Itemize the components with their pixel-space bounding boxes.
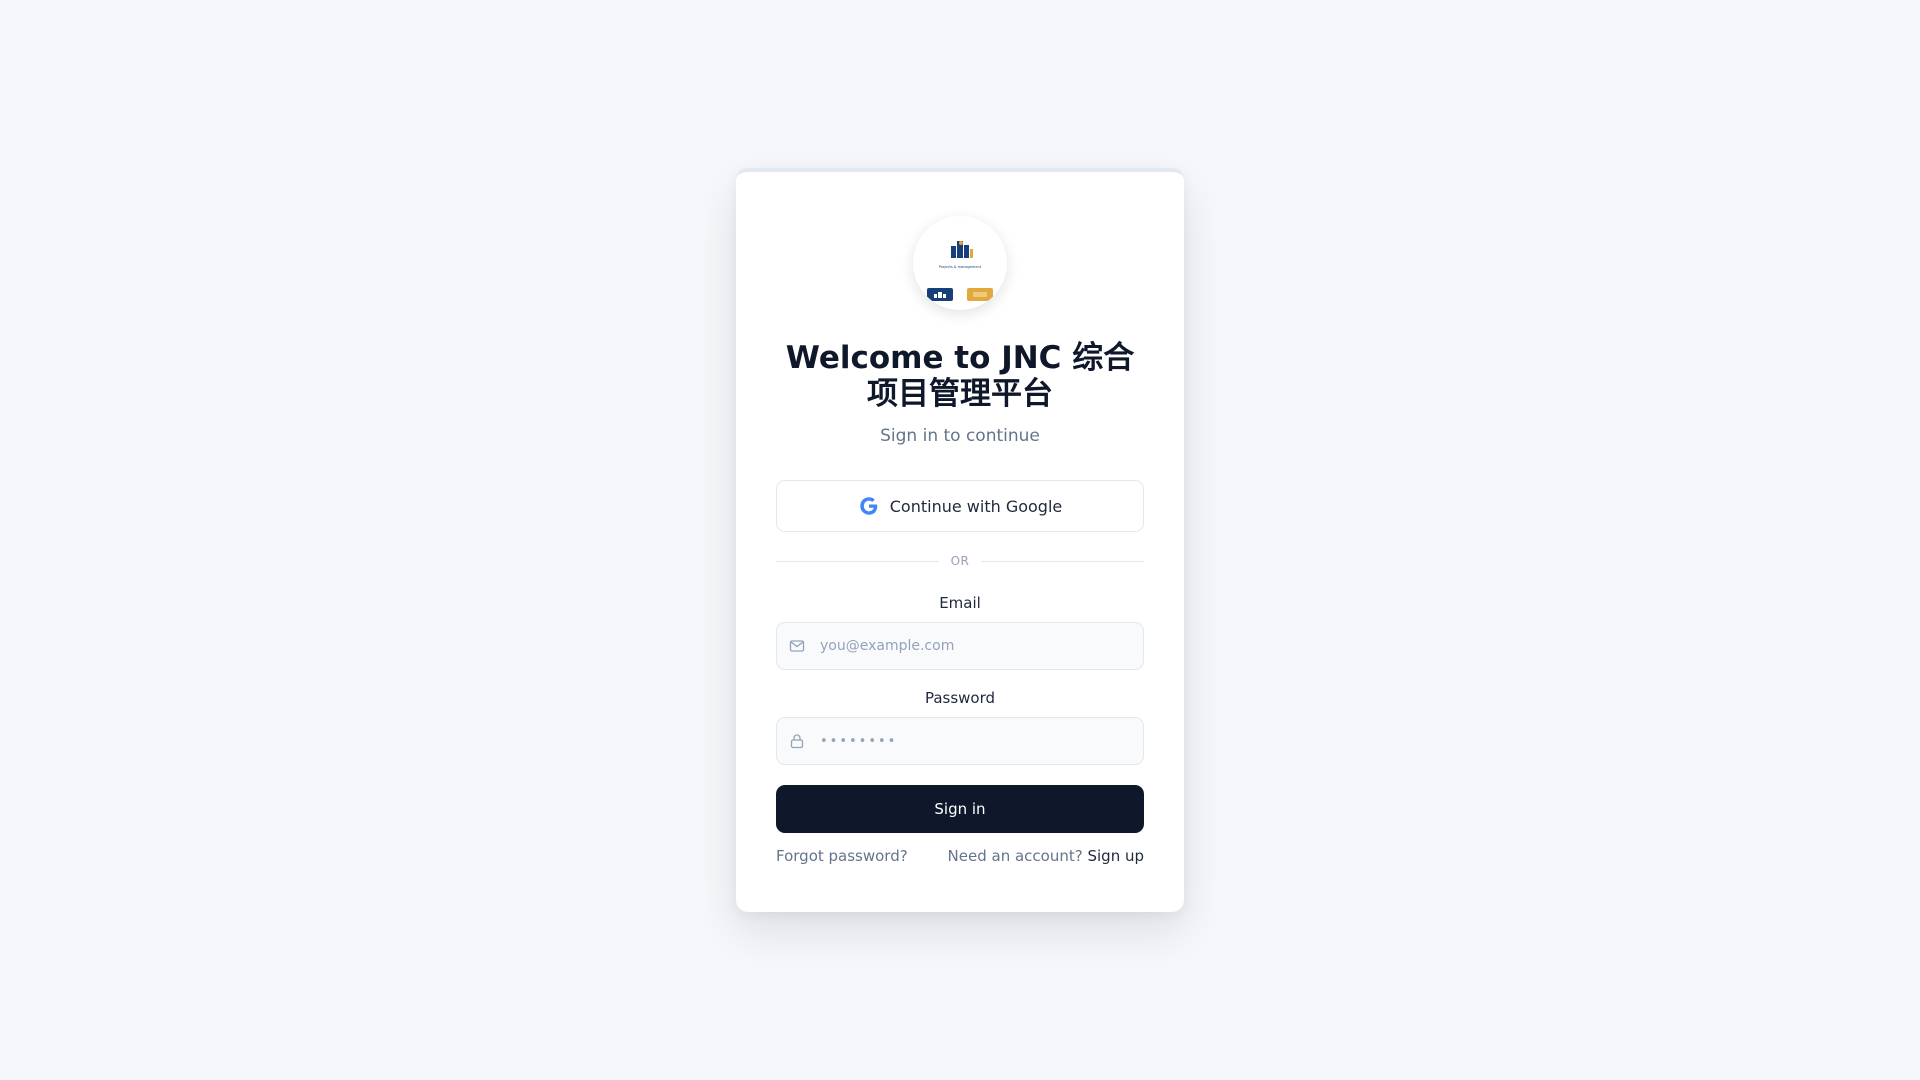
google-g-icon: [860, 497, 877, 515]
auth-footer-links: Forgot password? Need an account? Sign u…: [776, 847, 1144, 865]
page-subtitle: Sign in to continue: [880, 426, 1040, 446]
lock-icon: [790, 734, 804, 749]
divider-text: OR: [950, 554, 970, 568]
google-signin-button[interactable]: Continue with Google: [776, 480, 1144, 532]
password-field-wrapper[interactable]: [776, 717, 1144, 765]
login-card: Projects & management Welcome to JNC 综合项…: [736, 168, 1184, 912]
divider-line-right: [981, 560, 1145, 562]
email-field-wrapper[interactable]: [776, 622, 1144, 670]
forgot-password-link[interactable]: Forgot password?: [776, 847, 908, 865]
company-logo: Projects & management: [913, 216, 1007, 310]
logo-tagline: Projects & management: [939, 265, 982, 269]
login-page: Projects & management Welcome to JNC 综合项…: [0, 0, 1920, 1080]
divider-line-left: [776, 560, 939, 562]
or-divider: OR: [776, 554, 1145, 568]
signup-prompt: Need an account? Sign up: [948, 847, 1144, 865]
sign-in-button[interactable]: Sign in: [776, 785, 1144, 833]
need-account-text: Need an account?: [947, 847, 1083, 865]
page-title: Welcome to JNC 综合项目管理平台: [785, 340, 1135, 412]
password-label: Password: [924, 689, 996, 707]
email-label: Email: [939, 594, 981, 612]
password-input[interactable]: [818, 732, 1122, 750]
logo-graphic: Projects & management: [927, 241, 993, 301]
sign-up-link[interactable]: Sign up: [1087, 847, 1144, 865]
email-input[interactable]: [818, 637, 1122, 655]
google-signin-label: Continue with Google: [889, 496, 1063, 516]
mail-icon: [789, 640, 805, 652]
